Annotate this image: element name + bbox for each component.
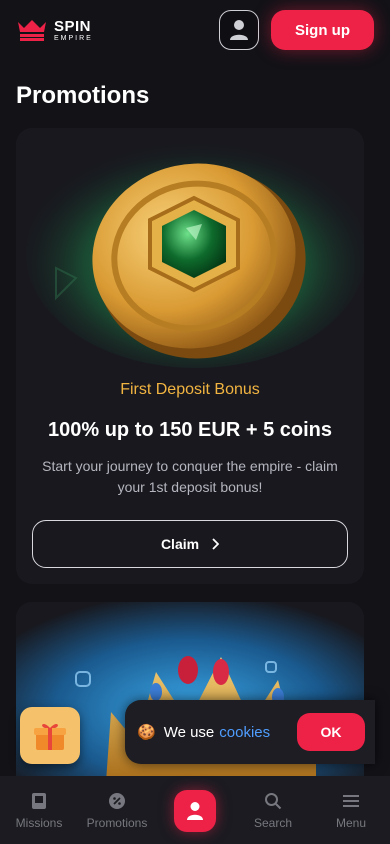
cookies-link[interactable]: cookies [219,724,270,741]
promo-title: 100% up to 150 EUR + 5 coins [48,419,332,441]
nav-label-missions: Missions [15,816,63,830]
promo-description: Start your journey to conquer the empire… [42,458,338,495]
crown-logo-icon [18,20,46,41]
logo-tagline: EMPIRE [54,34,93,42]
account-button[interactable] [219,10,259,50]
account-nav-button[interactable] [174,790,216,832]
user-icon [187,802,203,820]
header: SPIN EMPIRE Sign up [0,0,390,60]
cookie-icon: 🍪 [137,724,156,741]
claim-label: Claim [160,536,200,552]
tag-icon [109,793,125,809]
nav-label-search: Search [253,816,293,830]
gift-button[interactable] [20,707,80,764]
nav-item-promotions[interactable]: Promotions [78,776,156,844]
cookie-ok-button[interactable]: OK [297,713,365,751]
menu-icon [343,795,359,807]
cookie-text: We use [163,723,215,741]
nav-item-missions[interactable]: Missions [0,776,78,844]
logo[interactable]: SPIN EMPIRE [16,18,93,42]
claim-button[interactable]: Claim [32,520,348,568]
nav-label-promotions: Promotions [86,816,148,830]
logo-name: SPIN [54,17,92,35]
nav-label-menu: Menu [335,816,367,830]
cookie-banner: 🍪 We use cookies OK [125,700,375,764]
chevron-right-icon [212,538,220,550]
user-icon [230,20,248,40]
signup-button[interactable]: Sign up [271,10,374,50]
book-icon [32,793,46,809]
gift-icon [34,723,66,750]
page-title: Promotions [16,82,150,109]
promo-subtitle: First Deposit Bonus [120,381,260,398]
nav-item-menu[interactable]: Menu [312,776,390,844]
bottom-nav: Missions Promotions Search Menu [0,776,390,844]
promo-card-first-deposit: First Deposit Bonus 100% up to 150 EUR +… [16,128,364,584]
nav-item-search[interactable]: Search [234,776,312,844]
search-icon [265,793,282,810]
gold-coin-emerald-image [16,128,364,368]
nav-item-account[interactable] [156,776,234,844]
